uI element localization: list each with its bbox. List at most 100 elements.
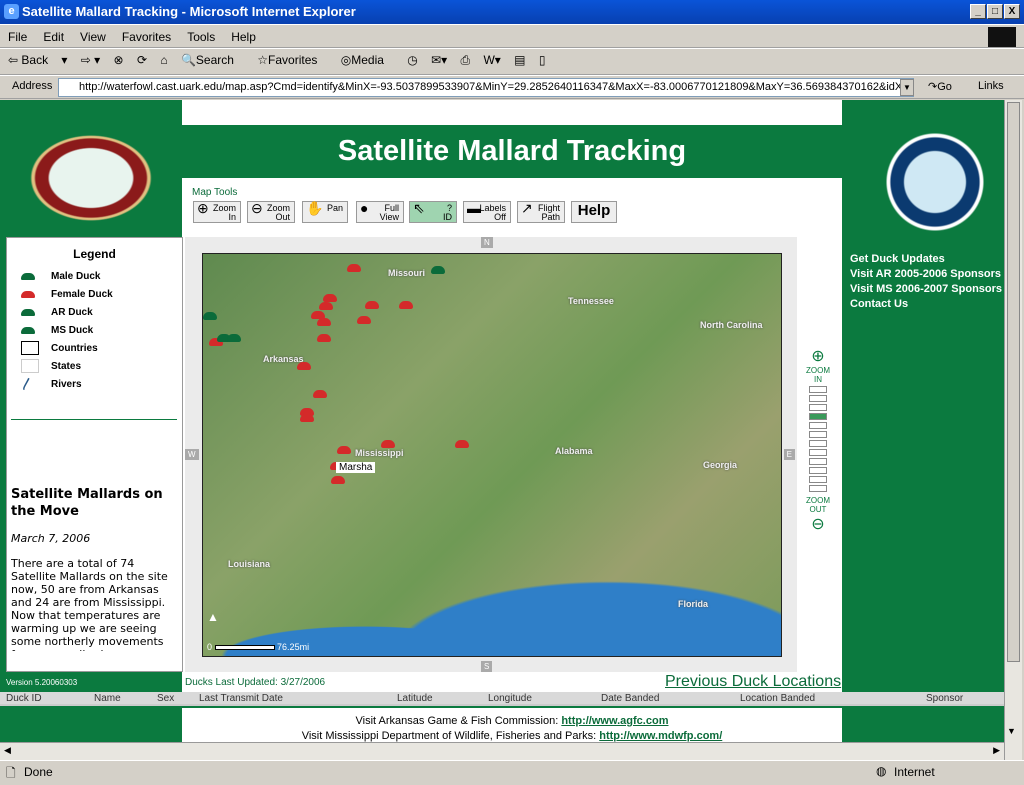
home-icon[interactable]: ⌂ xyxy=(160,53,167,67)
zoom-out-icon[interactable]: ⊖ xyxy=(802,514,834,534)
zoom-level-step[interactable] xyxy=(809,485,827,492)
full-view-button[interactable]: ● Full View xyxy=(356,201,404,223)
column-header[interactable]: Location Banded xyxy=(740,693,815,704)
links-button[interactable]: Links xyxy=(978,80,1004,92)
edit-icon[interactable]: W▾ xyxy=(483,53,500,67)
refresh-icon[interactable]: ⟳ xyxy=(137,53,147,67)
zoom-level-step[interactable] xyxy=(809,476,827,483)
agfc-logo[interactable] xyxy=(26,132,156,224)
scroll-right-icon[interactable]: ▶ xyxy=(993,745,1000,756)
column-header[interactable]: Duck ID xyxy=(6,693,42,704)
menu-view[interactable]: View xyxy=(72,25,114,44)
horizontal-scrollbar[interactable]: ◀ ▶ xyxy=(0,742,1004,760)
female-duck-marker[interactable] xyxy=(300,414,314,422)
duck-icon xyxy=(21,272,35,280)
scroll-down-icon[interactable]: ▼ xyxy=(1007,726,1016,736)
female-duck-marker[interactable] xyxy=(399,301,413,309)
menu-edit[interactable]: Edit xyxy=(35,25,72,44)
back-button[interactable]: ⇦ Back ▾ xyxy=(8,53,67,67)
agfc-link[interactable]: http://www.agfc.com xyxy=(561,715,668,727)
mdwfp-link[interactable]: http://www.mdwfp.com/ xyxy=(599,730,722,742)
minimize-button[interactable]: _ xyxy=(970,4,986,19)
male-duck-marker[interactable] xyxy=(227,334,241,342)
print-icon[interactable]: ⎙ xyxy=(461,53,471,68)
pan-north-button[interactable]: N xyxy=(481,237,493,248)
pan-button[interactable]: ✋ Pan xyxy=(302,201,348,223)
zoom-in-icon[interactable]: ⊕ xyxy=(802,346,834,366)
media-button[interactable]: ◎Media xyxy=(341,53,394,67)
scroll-left-icon[interactable]: ◀ xyxy=(4,745,11,756)
female-duck-marker[interactable] xyxy=(455,440,469,448)
zoom-level-step[interactable] xyxy=(809,431,827,438)
female-duck-marker[interactable] xyxy=(381,440,395,448)
address-input[interactable]: http://waterfowl.cast.uark.edu/map.asp?C… xyxy=(58,78,914,97)
map-view[interactable]: Missouri Tennessee North Carolina Arkansas M… xyxy=(202,253,782,657)
female-duck-marker[interactable] xyxy=(357,316,371,324)
menu-help[interactable]: Help xyxy=(223,25,264,44)
column-header[interactable]: Name xyxy=(94,693,121,704)
female-duck-marker[interactable] xyxy=(337,446,351,454)
column-header[interactable]: Last Transmit Date xyxy=(199,693,283,704)
flight-path-button[interactable]: ↗ Flight Path xyxy=(517,201,565,223)
vertical-scrollbar[interactable]: ▼ xyxy=(1004,100,1022,760)
pan-south-button[interactable]: S xyxy=(481,661,493,672)
mdwfp-logo[interactable] xyxy=(880,130,990,234)
column-header[interactable]: Sex xyxy=(157,693,174,704)
identify-button[interactable]: ⇖? ID xyxy=(409,201,457,223)
discuss-icon[interactable]: ▤ xyxy=(514,53,525,67)
female-duck-marker[interactable] xyxy=(331,476,345,484)
zoom-in-button[interactable]: ⊕ Zoom In xyxy=(193,201,241,223)
search-button[interactable]: 🔍Search xyxy=(181,53,244,67)
zoom-out-button[interactable]: ⊖ Zoom Out xyxy=(247,201,295,223)
female-duck-marker[interactable] xyxy=(323,294,337,302)
favorites-button[interactable]: ☆Favorites xyxy=(257,53,327,67)
male-duck-marker[interactable] xyxy=(431,266,445,274)
stop-icon[interactable]: ⊗ xyxy=(114,53,124,67)
state-label: Florida xyxy=(678,599,709,609)
female-duck-marker[interactable] xyxy=(313,390,327,398)
zoom-level-step[interactable] xyxy=(809,422,827,429)
previous-locations-link[interactable]: Previous Duck Locations xyxy=(665,673,841,691)
get-duck-updates-link[interactable]: Get Duck Updates xyxy=(850,253,1002,268)
help-button[interactable]: Help xyxy=(571,201,617,223)
legend-label: Male Duck xyxy=(51,270,101,282)
mail-icon[interactable]: ✉▾ xyxy=(431,53,447,67)
menu-tools[interactable]: Tools xyxy=(179,25,223,44)
maximize-button[interactable]: □ xyxy=(987,4,1003,19)
pan-east-button[interactable]: E xyxy=(783,449,795,460)
menu-file[interactable]: File xyxy=(0,25,35,44)
female-duck-marker[interactable] xyxy=(317,334,331,342)
ms-sponsors-link[interactable]: Visit MS 2006-2007 Sponsors xyxy=(850,283,1002,298)
ar-sponsors-link[interactable]: Visit AR 2005-2006 Sponsors xyxy=(850,268,1002,283)
scroll-thumb[interactable] xyxy=(1007,102,1020,662)
male-duck-marker[interactable] xyxy=(203,312,217,320)
messenger-icon[interactable]: ▯ xyxy=(539,53,546,67)
zoom-level-step[interactable] xyxy=(809,413,827,420)
female-duck-marker[interactable] xyxy=(297,362,311,370)
female-duck-marker[interactable] xyxy=(317,318,331,326)
pan-west-button[interactable]: W xyxy=(185,449,199,460)
zoom-level-step[interactable] xyxy=(809,440,827,447)
menu-favorites[interactable]: Favorites xyxy=(114,25,179,44)
go-button[interactable]: ↷Go xyxy=(928,80,952,93)
close-button[interactable]: X xyxy=(1004,4,1020,19)
female-duck-marker[interactable] xyxy=(347,264,361,272)
female-duck-marker[interactable] xyxy=(365,301,379,309)
zoom-level-step[interactable] xyxy=(809,404,827,411)
history-icon[interactable]: ◷ xyxy=(407,53,417,67)
labels-off-button[interactable]: ▬ Labels Off xyxy=(463,201,511,223)
zoom-level-step[interactable] xyxy=(809,386,827,393)
status-bar: 🗋 Done ◍ Internet xyxy=(0,760,1024,780)
forward-button[interactable]: ⇨ ▾ xyxy=(81,53,100,67)
column-header[interactable]: Latitude xyxy=(397,693,433,704)
column-header[interactable]: Longitude xyxy=(488,693,532,704)
zoom-level-step[interactable] xyxy=(809,458,827,465)
zoom-level-step[interactable] xyxy=(809,449,827,456)
zoom-level-step[interactable] xyxy=(809,395,827,402)
column-header[interactable]: Date Banded xyxy=(601,693,659,704)
contact-us-link[interactable]: Contact Us xyxy=(850,298,1002,313)
column-header[interactable]: Sponsor xyxy=(926,693,963,704)
address-dropdown[interactable]: ▼ xyxy=(900,79,914,96)
female-duck-marker[interactable] xyxy=(319,302,333,310)
zoom-level-step[interactable] xyxy=(809,467,827,474)
